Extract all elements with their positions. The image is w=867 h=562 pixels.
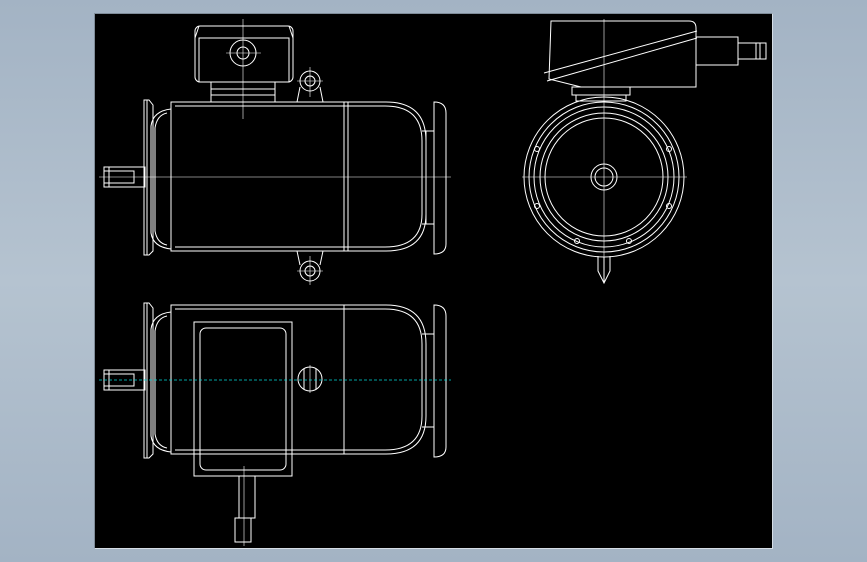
motor-drawing [99,19,767,546]
front-view [99,19,451,285]
front-end-shield [150,108,172,250]
top-terminal-box [193,321,293,477]
top-view [99,302,451,546]
end-view [522,19,767,285]
motor-body-outline [170,101,427,252]
end-terminal-box [548,20,697,88]
terminal-box [194,25,294,83]
cad-viewport[interactable] [94,13,773,549]
